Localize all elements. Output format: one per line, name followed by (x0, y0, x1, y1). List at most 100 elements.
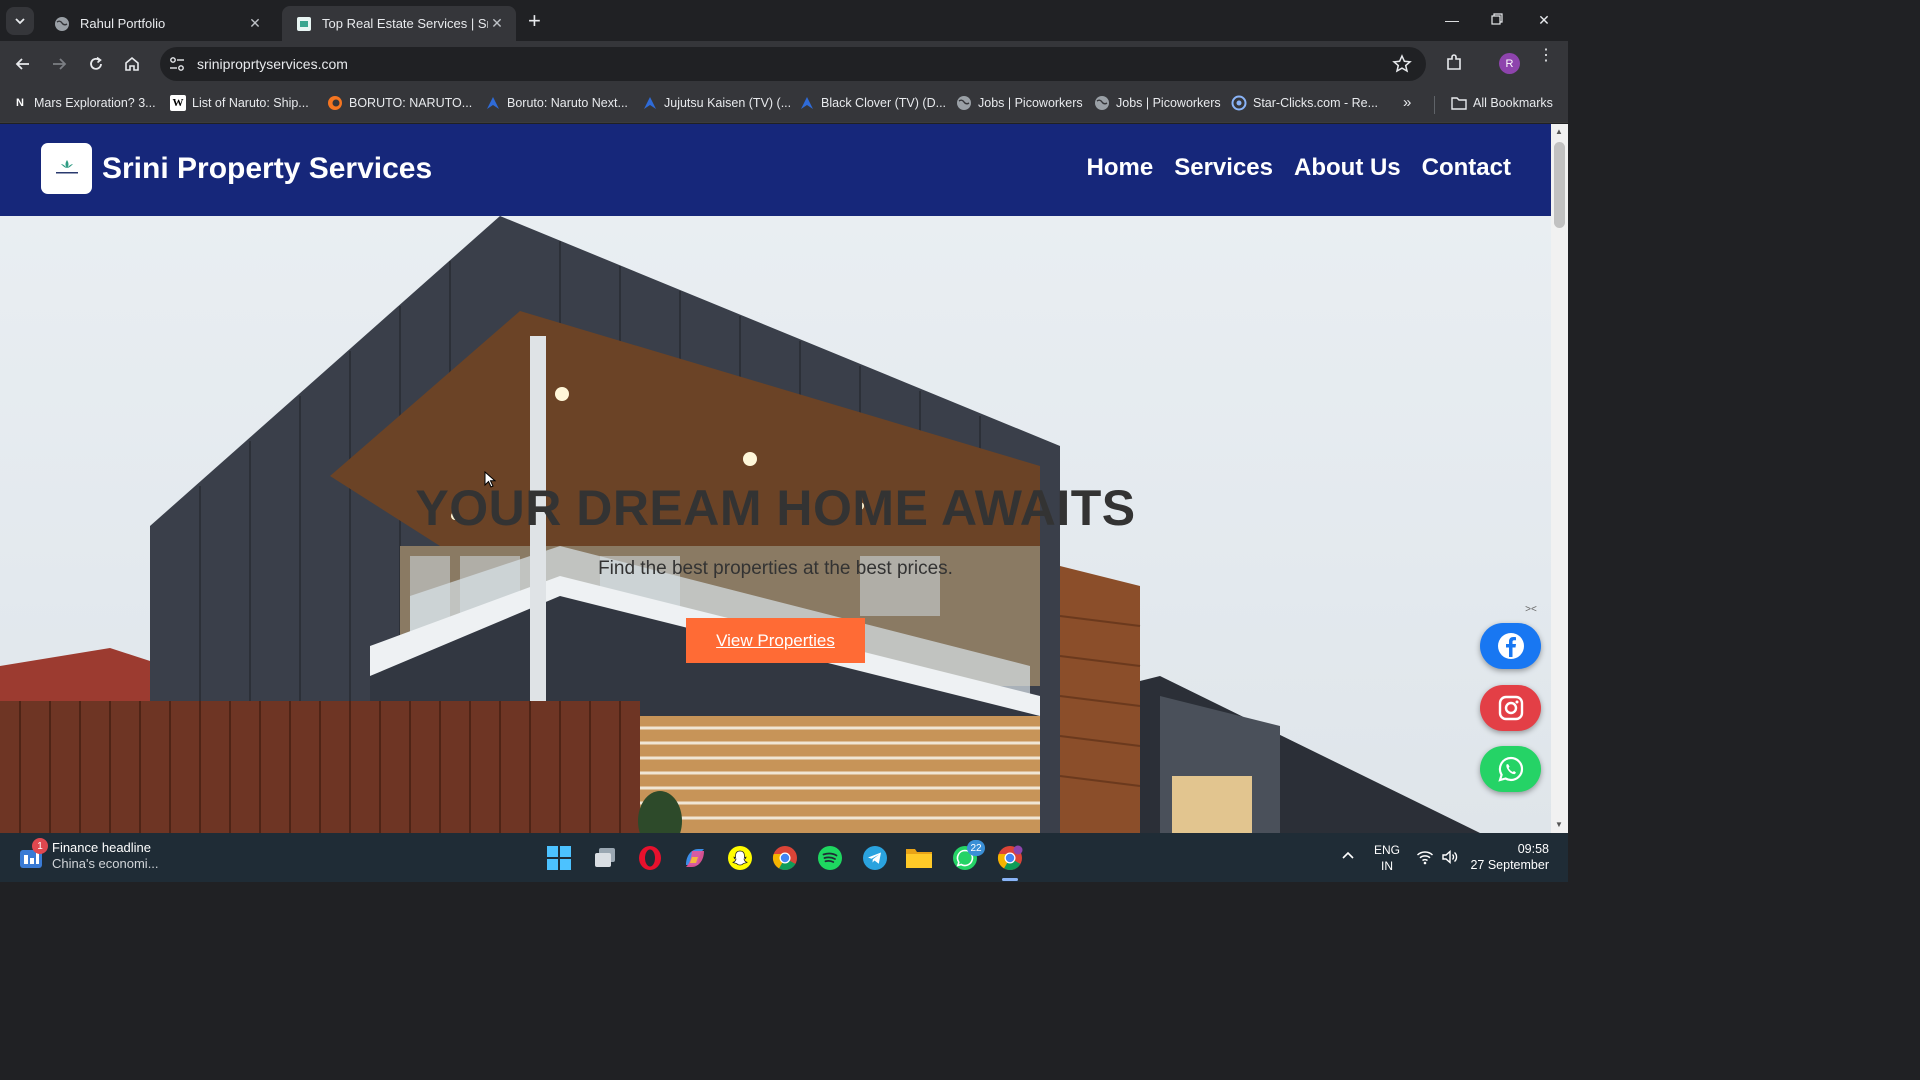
browser-toolbar: sriniproprtyservices.com R ⋮ (0, 41, 1568, 87)
opera-app[interactable] (635, 843, 665, 873)
tab-rahul-portfolio[interactable]: Rahul Portfolio ✕ (40, 6, 274, 41)
file-explorer-app[interactable] (904, 843, 934, 873)
chrome-app[interactable] (770, 843, 800, 873)
tab-srini-property[interactable]: Top Real Estate Services | Srini P ✕ (282, 6, 516, 41)
close-tab-icon[interactable]: ✕ (488, 15, 506, 32)
bookmark-label: List of Naruto: Ship... (192, 96, 309, 110)
instagram-button[interactable] (1480, 685, 1541, 731)
hero-title: YOUR DREAM HOME AWAITS (415, 480, 1136, 536)
chrome-profile-app[interactable] (995, 843, 1025, 873)
whatsapp-button[interactable] (1480, 746, 1541, 792)
scroll-up-icon[interactable]: ▲ (1555, 127, 1563, 136)
telegram-app[interactable] (860, 843, 890, 873)
address-bar[interactable]: sriniproprtyservices.com (160, 47, 1426, 81)
task-view-button[interactable] (590, 843, 620, 873)
close-tab-icon[interactable]: ✕ (246, 15, 264, 32)
chevron-up-icon[interactable] (1340, 848, 1356, 864)
tab-search-button[interactable] (6, 7, 34, 35)
home-button[interactable] (119, 51, 145, 77)
bookmark-item[interactable]: Jobs | Picoworkers (1094, 95, 1221, 111)
profile-avatar[interactable]: R (1499, 53, 1520, 74)
site-brand[interactable]: Srini Property Services (102, 152, 432, 186)
whatsapp-app[interactable]: 22 (950, 840, 985, 873)
facebook-icon (1497, 633, 1524, 659)
bookmark-label: Mars Exploration? 3... (34, 96, 156, 110)
nav-home[interactable]: Home (1087, 154, 1154, 182)
facebook-button[interactable] (1480, 623, 1541, 669)
mouse-cursor-icon (484, 471, 496, 488)
site-favicon-icon (297, 16, 311, 31)
volume-icon[interactable] (1441, 848, 1459, 866)
bookmark-label: Black Clover (TV) (D... (821, 96, 947, 110)
bookmark-item[interactable]: N Mars Exploration? 3... (12, 95, 156, 111)
anime-planet-icon (485, 95, 501, 111)
bookmark-item[interactable]: Boruto: Naruto Next... (485, 95, 628, 111)
page-viewport: Srini Property Services Home Services Ab… (0, 124, 1568, 833)
all-bookmarks-button[interactable]: All Bookmarks (1451, 95, 1553, 111)
bookmark-item[interactable]: W List of Naruto: Ship... (170, 95, 309, 111)
tab-strip: Rahul Portfolio ✕ Top Real Estate Servic… (0, 0, 1568, 41)
site-nav: Home Services About Us Contact (1087, 154, 1511, 182)
globe-icon (55, 16, 69, 31)
news-subtitle: China's economi... (52, 856, 159, 871)
news-widget[interactable]: 1 Finance headline China's economi... (18, 838, 159, 871)
bookmark-item[interactable]: Black Clover (TV) (D... (799, 95, 946, 111)
spotify-app[interactable] (815, 843, 845, 873)
globe-icon (956, 95, 972, 111)
view-properties-button[interactable]: View Properties (686, 618, 865, 663)
snapchat-app[interactable] (725, 843, 755, 873)
copilot-app[interactable] (680, 843, 710, 873)
clock-date: 27 September (1470, 858, 1549, 872)
forward-button[interactable] (46, 51, 72, 77)
scrollbar-thumb[interactable] (1554, 142, 1565, 228)
back-button[interactable] (10, 51, 36, 77)
start-button[interactable] (544, 843, 574, 873)
folder-icon (1451, 95, 1467, 111)
chrome-icon (772, 846, 797, 871)
site-logo[interactable] (41, 143, 92, 194)
forward-arrow-icon (53, 58, 67, 70)
extensions-icon[interactable] (1444, 53, 1464, 73)
minimize-button[interactable]: — (1432, 6, 1472, 34)
restore-icon (1491, 13, 1503, 25)
bookmark-item[interactable]: Jobs | Picoworkers (956, 95, 1083, 111)
bookmark-item[interactable]: BORUTO: NARUTO... (327, 95, 472, 111)
bookmark-star-icon[interactable] (1392, 54, 1412, 74)
home-icon (125, 56, 139, 71)
language-indicator[interactable]: ENG IN (1372, 842, 1402, 874)
bookmark-label: Star-Clicks.com - Re... (1253, 96, 1379, 110)
wifi-icon[interactable] (1416, 848, 1434, 866)
region-code: IN (1381, 859, 1393, 873)
new-tab-button[interactable]: + (528, 8, 541, 34)
whatsapp-icon (1497, 756, 1523, 782)
reload-button[interactable] (83, 51, 109, 77)
anime-planet-icon (642, 95, 658, 111)
page-scrollbar[interactable]: ▲ ▼ (1551, 124, 1568, 833)
browser-menu-icon[interactable]: ⋮ (1538, 48, 1554, 64)
opera-icon (639, 846, 661, 870)
close-window-button[interactable]: ✕ (1524, 6, 1564, 34)
bookmark-item[interactable]: Jujutsu Kaisen (TV) (... (642, 95, 791, 111)
tab-title: Top Real Estate Services | Srini P (322, 16, 488, 31)
url-text[interactable]: sriniproprtyservices.com (197, 56, 348, 72)
windows-taskbar: 1 Finance headline China's economi... 22 (0, 833, 1568, 882)
whatsapp-badge: 22 (967, 840, 985, 856)
bookmark-item[interactable]: Star-Clicks.com - Re... (1231, 95, 1378, 111)
bookmarks-bar: N Mars Exploration? 3... W List of Narut… (0, 87, 1568, 123)
scroll-down-icon[interactable]: ▼ (1555, 820, 1563, 829)
collapse-social-icon[interactable]: >< (1521, 604, 1541, 618)
more-bookmarks-button[interactable]: » (1403, 94, 1411, 111)
restore-button[interactable] (1477, 6, 1517, 34)
bookmarks-divider (1434, 96, 1435, 114)
all-bookmarks-label: All Bookmarks (1473, 96, 1553, 110)
nav-about-us[interactable]: About Us (1294, 154, 1401, 182)
site-settings-icon[interactable] (168, 55, 186, 73)
logo-icon (55, 159, 78, 173)
windows-start-icon (547, 846, 571, 870)
back-arrow-icon (15, 58, 29, 70)
nav-contact[interactable]: Contact (1422, 154, 1511, 182)
system-clock[interactable]: 09:58 27 September (1460, 841, 1549, 873)
language-code: ENG (1373, 843, 1400, 857)
tab-title: Rahul Portfolio (80, 16, 166, 31)
nav-services[interactable]: Services (1174, 154, 1273, 182)
